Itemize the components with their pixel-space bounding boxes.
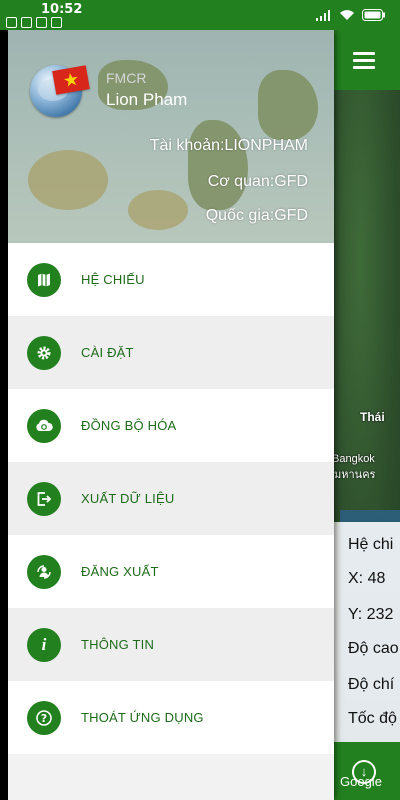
menu-item-sync[interactable]: ĐỒNG BỘ HÓA [8, 389, 334, 462]
drawer-menu: HỆ CHIẾU CÀI ĐẶT ĐỒNG BỘ HÓA XUẤT DỮ LIỆ… [8, 243, 334, 754]
menu-label-logout: ĐĂNG XUẤT [81, 564, 159, 579]
status-bar: 10:52 [0, 0, 400, 30]
map-icon [27, 263, 61, 297]
map-label-bangkok: Bangkok [332, 453, 375, 465]
signal-icon [316, 9, 330, 21]
wifi-icon [340, 10, 354, 20]
drawer-header: ★ FMCR Lion Pham Tài khoản:LIONPHAM Cơ q… [8, 30, 334, 243]
info-line-accuracy: Độ chí [348, 676, 395, 693]
notification-icon [21, 17, 32, 28]
account-info: Tài khoản:LIONPHAM [149, 137, 308, 154]
info-line-projection: Hệ chi [348, 536, 394, 553]
system-icons [316, 9, 386, 21]
help-icon: ? [27, 701, 61, 735]
info-line-speed: Tốc độ [348, 710, 397, 727]
navigation-drawer: ★ FMCR Lion Pham Tài khoản:LIONPHAM Cơ q… [8, 30, 334, 800]
menu-item-logout[interactable]: ĐĂNG XUẤT [8, 535, 334, 608]
hamburger-menu-button[interactable] [334, 30, 400, 90]
notification-icon [51, 17, 62, 28]
menu-label-export: XUẤT DỮ LIỆU [81, 491, 175, 506]
app-name: FMCR [106, 70, 147, 86]
notification-icon [6, 17, 17, 28]
info-line-y: Y: 232 [348, 606, 394, 623]
menu-label-settings: CÀI ĐẶT [81, 345, 134, 360]
hamburger-icon [353, 52, 375, 73]
map-info-panel: Hệ chi X: 48 Y: 232 Độ cao Độ chí Tốc độ [334, 522, 400, 742]
info-line-altitude: Độ cao [348, 640, 399, 657]
cloud-sync-icon [27, 409, 61, 443]
country-info: Quốc gia:GFD [205, 207, 308, 224]
svg-text:?: ? [41, 712, 47, 725]
menu-item-info[interactable]: i THÔNG TIN [8, 608, 334, 681]
notification-icon [36, 17, 47, 28]
menu-item-exit[interactable]: ? THOÁT ỨNG DỤNG [8, 681, 334, 754]
google-logo: Google [340, 774, 382, 789]
menu-label-exit: THOÁT ỨNG DỤNG [81, 710, 204, 725]
gear-icon [27, 336, 61, 370]
map-bottom-bar: ↓ Google [334, 742, 400, 800]
map-label-bangkok-local: มหานคร [334, 469, 376, 481]
menu-item-settings[interactable]: CÀI ĐẶT [8, 316, 334, 389]
info-icon: i [27, 628, 61, 662]
menu-label-sync: ĐỒNG BỘ HÓA [81, 418, 177, 433]
menu-item-export[interactable]: XUẤT DỮ LIỆU [8, 462, 334, 535]
info-line-x: X: 48 [348, 570, 386, 587]
menu-label-projection: HỆ CHIẾU [81, 272, 145, 287]
vietnam-flag-icon: ★ [52, 65, 90, 95]
logout-user-icon [27, 555, 61, 589]
menu-label-info: THÔNG TIN [81, 637, 155, 652]
agency-info: Cơ quan:GFD [207, 173, 308, 190]
map-label-thai: Thái [360, 410, 385, 424]
notification-icons [6, 17, 62, 28]
status-time: 10:52 [41, 2, 83, 17]
export-icon [27, 482, 61, 516]
menu-item-projection[interactable]: HỆ CHIẾU [8, 243, 334, 316]
user-name: Lion Pham [106, 90, 188, 109]
battery-icon [362, 9, 385, 21]
